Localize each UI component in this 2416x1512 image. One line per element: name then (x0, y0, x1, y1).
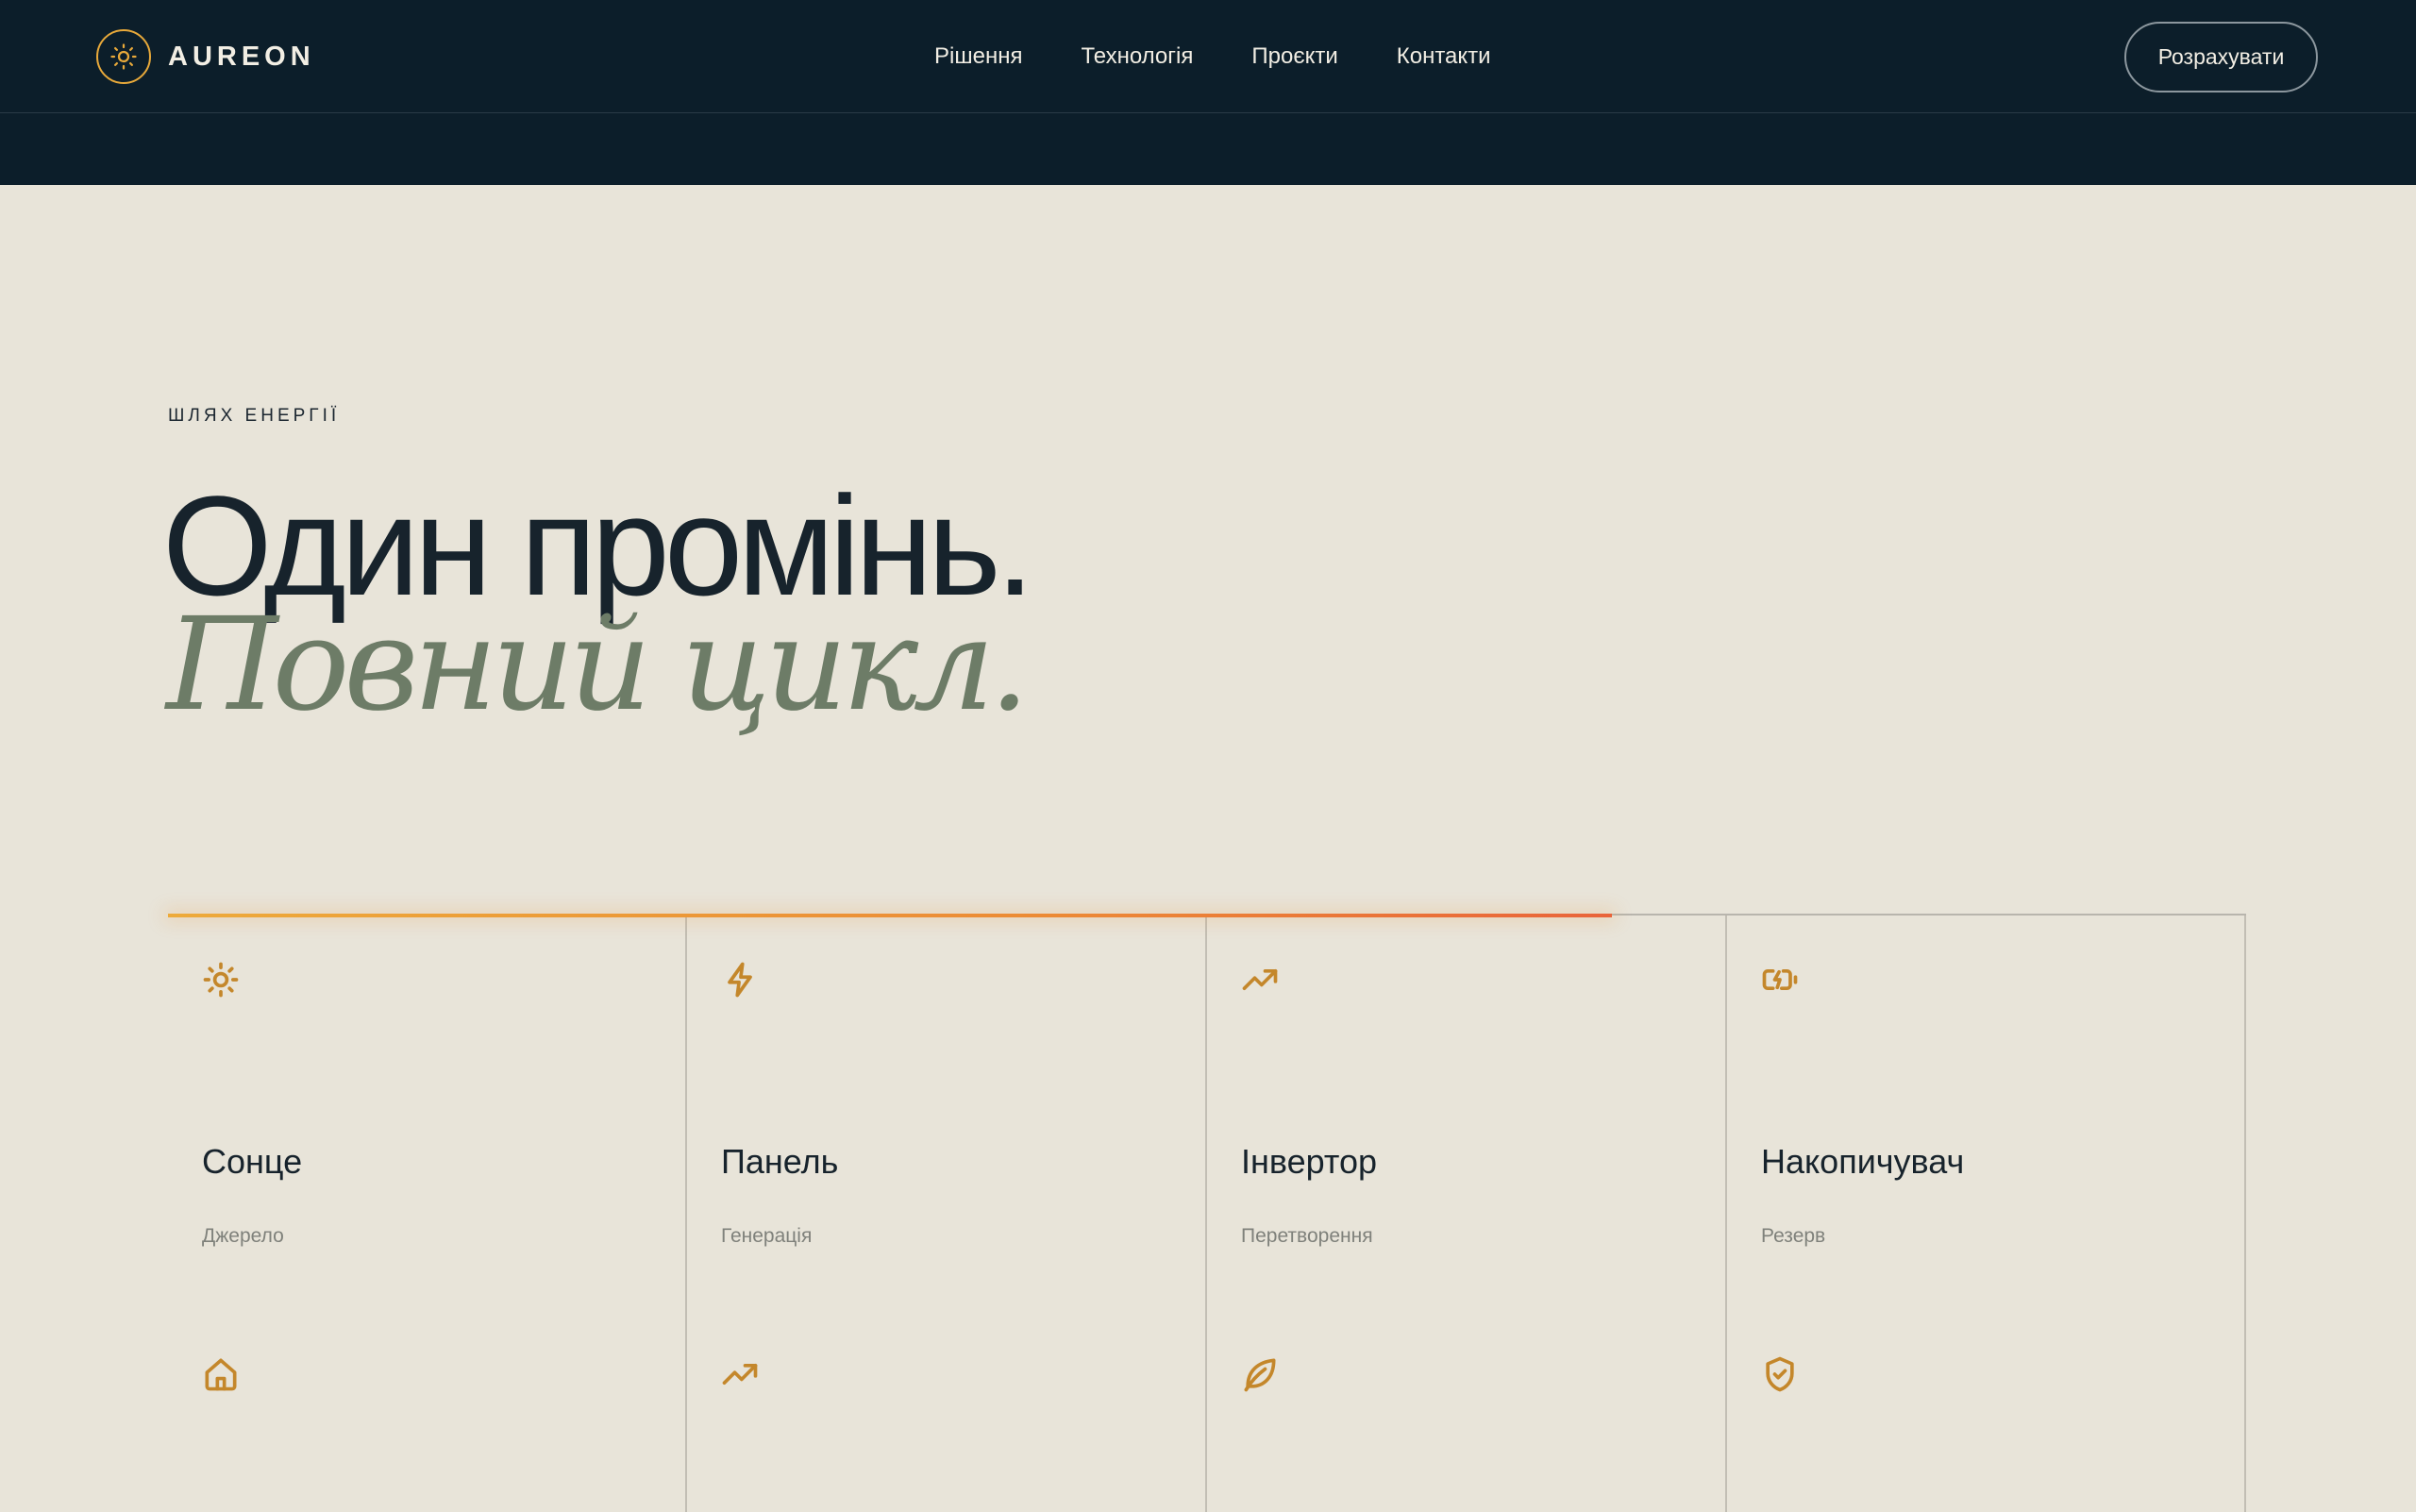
nav-item-projects[interactable]: Проєкти (1251, 43, 1337, 70)
lightning-icon (719, 959, 761, 1000)
step-subtitle: Резерв (1761, 1225, 1826, 1247)
step-card-storage[interactable]: Накопичувач Резерв (1727, 916, 2246, 1512)
step-subtitle: Джерело (202, 1225, 284, 1247)
calculate-button[interactable]: Розрахувати (2124, 22, 2318, 92)
nav-item-technology[interactable]: Технологія (1081, 43, 1193, 70)
site-header: AUREON Рішення Технологія Проєкти Контак… (0, 0, 2416, 185)
step-card-panel[interactable]: Панель Генерація (687, 916, 1207, 1512)
step-subtitle: Генерація (721, 1225, 813, 1247)
step-title: Накопичувач (1761, 1142, 1965, 1181)
main-nav: Рішення Технологія Проєкти Контакти (934, 38, 1491, 76)
sun-icon (200, 959, 242, 1000)
sun-icon (96, 29, 151, 84)
energy-progress-line (168, 914, 1613, 917)
trending-up-icon (719, 1353, 761, 1395)
step-subtitle: Перетворення (1241, 1225, 1373, 1247)
top-navigation-bar: AUREON Рішення Технологія Проєкти Контак… (0, 0, 2416, 113)
battery-charging-icon (1759, 959, 1801, 1000)
step-title: Панель (721, 1142, 839, 1181)
trending-up-icon (1239, 959, 1281, 1000)
nav-item-contacts[interactable]: Контакти (1397, 43, 1491, 70)
nav-item-solutions[interactable]: Рішення (934, 43, 1022, 70)
step-title: Сонце (202, 1142, 303, 1181)
energy-path-grid: Сонце Джерело Панель Генерація Інвертор … (168, 914, 2246, 1512)
step-title: Інвертор (1241, 1142, 1377, 1181)
hero-headline-italic: Повний цикл. (166, 591, 1030, 740)
step-card-sun[interactable]: Сонце Джерело (168, 916, 687, 1512)
shield-check-icon (1759, 1353, 1801, 1395)
leaf-icon (1239, 1353, 1281, 1395)
step-card-inverter[interactable]: Інвертор Перетворення (1207, 916, 1727, 1512)
home-icon (200, 1353, 242, 1395)
section-eyebrow: ШЛЯХ ЕНЕРГІЇ (168, 406, 341, 426)
brand-logo[interactable]: AUREON (96, 29, 315, 84)
brand-name: AUREON (168, 41, 315, 72)
